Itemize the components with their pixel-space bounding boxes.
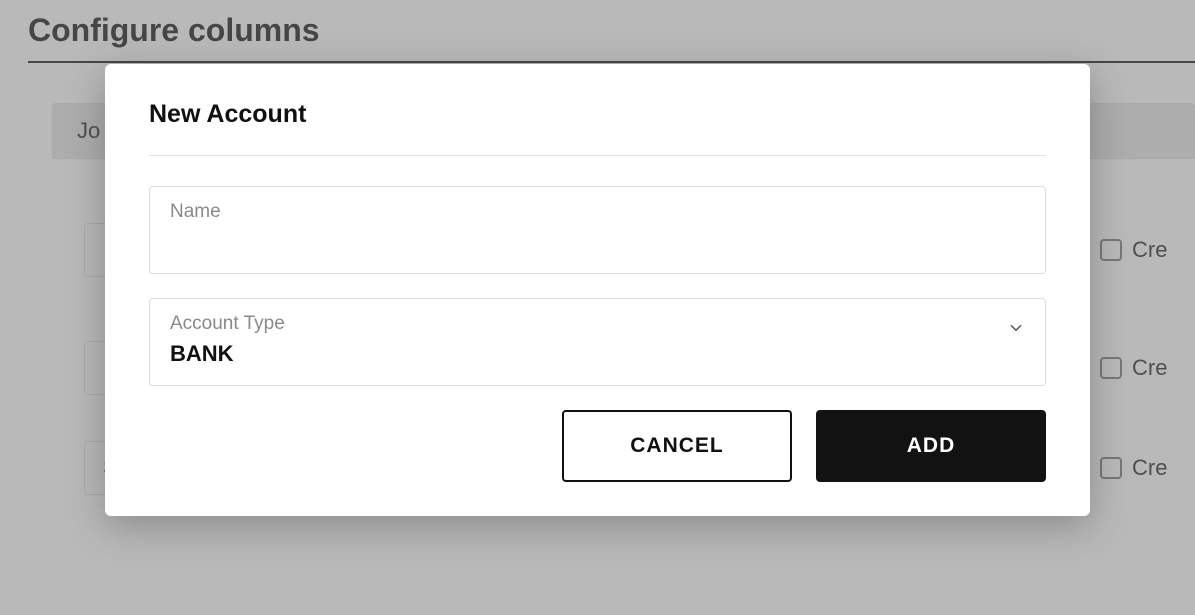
name-field-container[interactable]: Name (149, 186, 1046, 274)
modal-divider (149, 155, 1046, 156)
add-button[interactable]: ADD (816, 410, 1046, 482)
new-account-modal: New Account Name Account Type BANK CANCE… (105, 64, 1090, 516)
modal-actions: CANCEL ADD (149, 410, 1046, 482)
account-type-value: BANK (170, 341, 285, 367)
account-type-select[interactable]: Account Type BANK (149, 298, 1046, 386)
account-type-label: Account Type (170, 313, 285, 335)
cancel-button[interactable]: CANCEL (562, 410, 792, 482)
name-input[interactable] (170, 229, 1025, 255)
chevron-down-icon (1007, 319, 1025, 337)
modal-overlay: New Account Name Account Type BANK CANCE… (0, 0, 1195, 615)
modal-title: New Account (149, 100, 1046, 129)
name-field-label: Name (170, 201, 1025, 223)
